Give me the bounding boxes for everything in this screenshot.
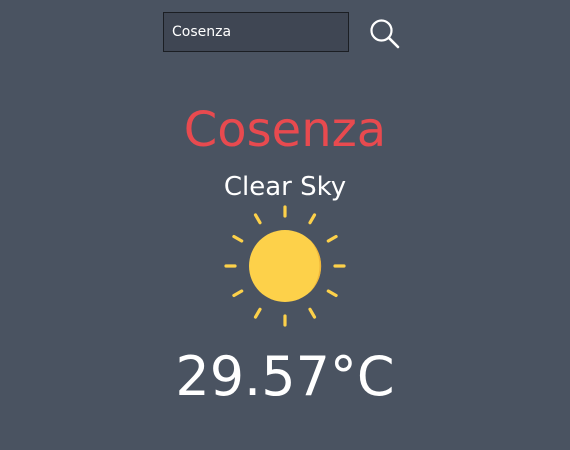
weather-condition: Clear Sky [223, 172, 347, 202]
city-search-input[interactable] [163, 12, 349, 52]
sun-icon [224, 205, 346, 327]
temperature: 29.57°C [175, 345, 395, 408]
search-button[interactable] [368, 17, 402, 51]
search-bar [163, 12, 400, 52]
search-icon [370, 19, 400, 49]
city-name: Cosenza [183, 102, 387, 158]
